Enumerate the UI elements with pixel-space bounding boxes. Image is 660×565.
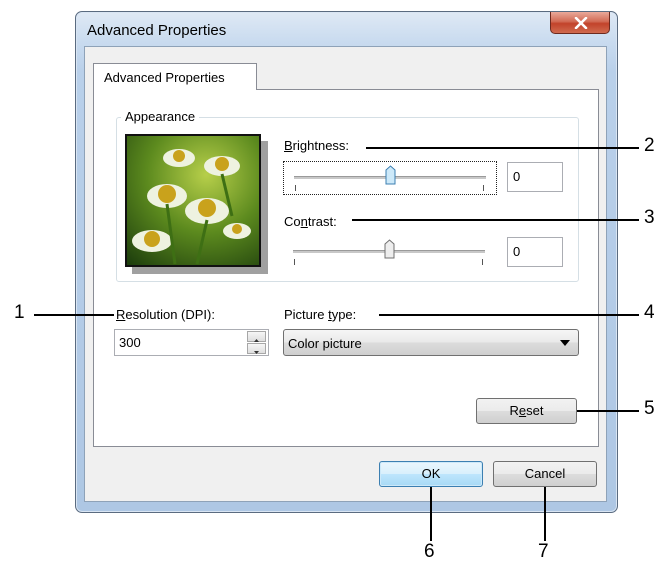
- callout-number-5: 5: [644, 398, 655, 419]
- callout-line-2: [366, 147, 639, 149]
- cancel-button[interactable]: Cancel: [493, 461, 597, 487]
- brightness-tick-max: [483, 185, 484, 191]
- close-button[interactable]: [550, 12, 610, 34]
- callout-number-4: 4: [644, 302, 655, 323]
- resolution-spinner: [247, 331, 267, 355]
- resolution-label: Resolution (DPI):: [116, 307, 215, 322]
- callout-line-7: [544, 487, 546, 541]
- brightness-label: Brightness:: [284, 138, 350, 153]
- brightness-slider-thumb[interactable]: [385, 165, 396, 185]
- appearance-group-label: Appearance: [121, 109, 200, 124]
- picture-type-label: Picture type:: [284, 307, 357, 322]
- brightness-slider[interactable]: [283, 161, 497, 195]
- callout-line-6: [430, 487, 432, 541]
- contrast-tick-min: [294, 259, 295, 265]
- contrast-slider-thumb[interactable]: [384, 239, 395, 259]
- flower-photo-icon: [127, 136, 259, 265]
- contrast-slider[interactable]: [283, 236, 497, 270]
- callout-number-6: 6: [424, 541, 435, 562]
- window-title: Advanced Properties: [87, 22, 227, 39]
- callout-line-1: [34, 314, 114, 316]
- tab-label: Advanced Properties: [104, 70, 225, 85]
- reset-button[interactable]: Reset: [476, 398, 577, 424]
- contrast-label: Contrast:: [284, 214, 337, 229]
- callout-line-5: [577, 410, 639, 412]
- picture-type-selected: Color picture: [288, 336, 362, 351]
- callout-line-4: [379, 314, 639, 316]
- callout-number-2: 2: [644, 135, 655, 156]
- callout-line-3: [352, 219, 639, 221]
- spin-up-button[interactable]: [247, 331, 266, 342]
- spin-down-button[interactable]: [247, 343, 266, 354]
- contrast-tick-max: [482, 259, 483, 265]
- callout-number-7: 7: [538, 541, 549, 562]
- callout-number-3: 3: [644, 207, 655, 228]
- title-bar[interactable]: Advanced Properties: [76, 12, 617, 42]
- resolution-input[interactable]: 300: [114, 329, 269, 356]
- flower-thumbnail-image: [125, 134, 261, 267]
- tab-advanced-properties[interactable]: Advanced Properties: [93, 63, 257, 90]
- dropdown-arrow-icon: [560, 340, 570, 346]
- close-icon: [574, 17, 588, 29]
- ok-button[interactable]: OK: [379, 461, 483, 487]
- brightness-tick-min: [295, 185, 296, 191]
- chevron-down-icon: [254, 351, 259, 354]
- callout-number-1: 1: [14, 302, 25, 323]
- picture-type-dropdown[interactable]: Color picture: [283, 329, 579, 356]
- brightness-value-field[interactable]: 0: [507, 162, 563, 192]
- contrast-value-field[interactable]: 0: [507, 237, 563, 267]
